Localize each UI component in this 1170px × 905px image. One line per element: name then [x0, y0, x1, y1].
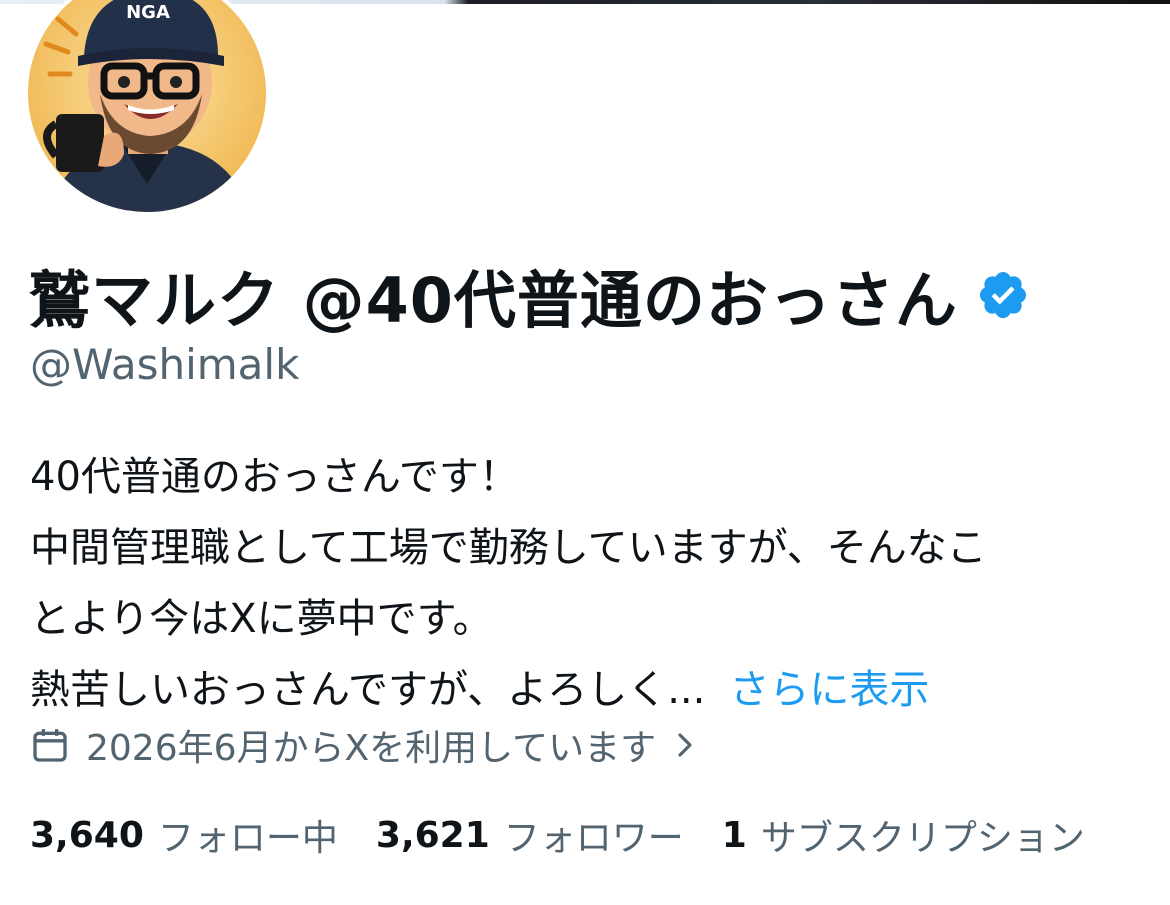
bio-line-last: 熱苦しいおっさんですが、よろしく... さらに表示	[30, 655, 1140, 726]
profile-page: NGA 鷲マルク @40代普通のおっさん @Washimalk 40代普通のおっ…	[0, 0, 1170, 905]
verified-badge-icon[interactable]	[976, 268, 1030, 322]
avatar[interactable]: NGA	[24, 0, 270, 216]
followers-label: フォロワー	[503, 818, 684, 859]
subscriptions-stat[interactable]: 1 サブスクリプション	[722, 809, 1085, 861]
avatar-cap-text: NGA	[126, 2, 170, 23]
bio-line-text: 熱苦しいおっさんですが、よろしく...	[30, 667, 706, 713]
bio-line: 中間管理職として工場で勤務していますが、そんなこ	[30, 525, 987, 571]
followers-count: 3,621	[375, 814, 490, 856]
name-row: 鷲マルク @40代普通のおっさん	[28, 250, 1030, 340]
following-stat[interactable]: 3,640 フォロー中	[30, 809, 338, 861]
display-name: 鷲マルク @40代普通のおっさん	[28, 264, 958, 337]
subscriptions-count: 1	[721, 814, 747, 856]
joined-date-row[interactable]: 2026年6月からXを利用しています	[30, 718, 700, 772]
avatar-illustration: NGA	[28, 0, 266, 212]
user-handle: @Washimalk	[30, 340, 300, 389]
chevron-right-icon	[678, 733, 692, 757]
followers-stat[interactable]: 3,621 フォロワー	[376, 809, 684, 861]
joined-date-text: 2026年6月からXを利用しています	[86, 728, 657, 769]
calendar-icon	[33, 729, 67, 762]
bio-line: とより今はXに夢中です。	[30, 596, 493, 642]
profile-bio: 40代普通のおっさんです！ 中間管理職として工場で勤務していますが、そんなこ と…	[30, 442, 1140, 726]
following-label: フォロー中	[157, 818, 338, 859]
subscriptions-label: サブスクリプション	[760, 818, 1085, 859]
bio-line: 40代普通のおっさんです！	[30, 454, 519, 500]
profile-stats: 3,640 フォロー中 3,621 フォロワー 1 サブスクリプション	[30, 808, 1123, 862]
following-count: 3,640	[30, 814, 144, 856]
show-more-link[interactable]: さらに表示	[729, 667, 929, 713]
